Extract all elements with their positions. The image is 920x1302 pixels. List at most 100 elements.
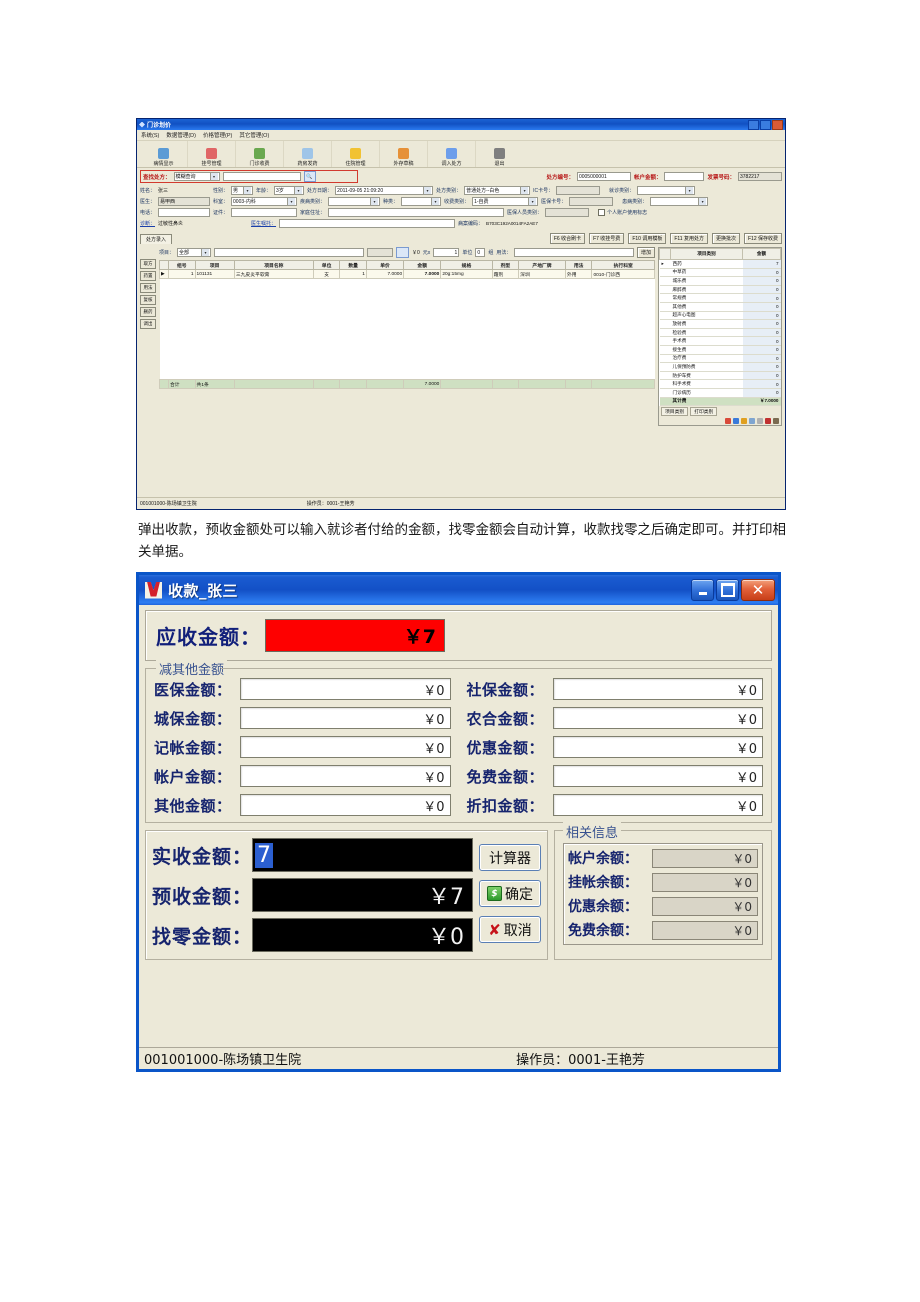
input-social-insurance[interactable]: ￥0 — [552, 678, 763, 700]
input-actual-amount[interactable]: 7 — [252, 838, 473, 872]
input-change-amount[interactable]: ￥0 — [252, 918, 473, 952]
input-medical-insurance[interactable]: ￥0 — [240, 678, 451, 700]
toolbar-button-7[interactable]: 退出 — [476, 141, 523, 167]
item-unit-value[interactable]: 0 — [475, 248, 486, 257]
grid-btn-1[interactable]: 药置 — [140, 271, 156, 281]
list-item[interactable]: 手术费 0 — [659, 336, 781, 346]
age-select[interactable]: 3岁 ▾ — [274, 186, 305, 195]
menu-price[interactable]: 价格管理(P) — [203, 131, 232, 139]
item-input[interactable] — [214, 248, 365, 257]
toolbar-button-6[interactable]: 调入处方 — [428, 141, 476, 167]
toolbar-button-1[interactable]: 挂号管理 — [188, 141, 236, 167]
fn-button-f7[interactable]: F7 收挂号费 — [589, 233, 625, 244]
confirm-button[interactable]: $ 确定 — [479, 880, 541, 907]
grid-btn-5[interactable]: 调出 — [140, 319, 156, 329]
list-icon[interactable] — [396, 247, 410, 258]
list-item[interactable]: 其他费 0 — [659, 302, 781, 312]
fn-button-f10[interactable]: F10 调用模板 — [628, 233, 667, 244]
list-item[interactable]: 放射费 0 — [659, 319, 781, 329]
tray-icon-7[interactable] — [773, 418, 779, 425]
visit-type-select[interactable]: ▾ — [637, 186, 696, 195]
item-qty[interactable]: 1 — [433, 248, 460, 257]
input-urban-insurance[interactable]: ￥0 — [240, 707, 451, 729]
close-button[interactable]: ✕ — [741, 579, 775, 601]
add-item-button[interactable]: 增加 — [636, 247, 655, 258]
toolbar-button-4[interactable]: 住院管理 — [332, 141, 380, 167]
maximize-button[interactable] — [716, 579, 739, 601]
medstaff-value[interactable] — [545, 208, 590, 217]
list-item[interactable]: 城乐费 0 — [659, 276, 781, 286]
item-scope-select[interactable]: 全部 ▾ — [177, 248, 212, 257]
diagnosis-label[interactable]: 诊断： — [140, 220, 155, 227]
menu-other[interactable]: 其它管理(O) — [239, 131, 269, 139]
minimize-button[interactable] — [691, 579, 714, 601]
tray-icon-1[interactable] — [725, 418, 731, 425]
personal-account-checkbox[interactable]: 个人账户使用标志 — [598, 209, 647, 216]
input-discount-amount[interactable]: ￥0 — [552, 736, 763, 758]
fee-type-select[interactable]: 1-自费 ▾ — [472, 197, 539, 206]
fn-button-f12[interactable]: F12 保存收费 — [743, 233, 782, 244]
search-mode-select[interactable]: 模糊查询 ▾ — [173, 172, 220, 181]
top-minimize-button[interactable] — [748, 119, 759, 130]
tray-icon-6[interactable] — [765, 418, 771, 425]
table-row[interactable]: ▶ 1 101131 三九皮炎平软膏 支 1 7.0000 7.0000 20g… — [159, 269, 655, 279]
menu-data[interactable]: 数据管理(D) — [166, 131, 196, 139]
list-item[interactable]: 儿保预防费 0 — [659, 362, 781, 372]
grid-btn-3[interactable]: 复核 — [140, 295, 156, 305]
top-maximize-button[interactable] — [760, 119, 771, 130]
fn-button-f11[interactable]: F11 复用处方 — [670, 233, 708, 244]
fn-button-f6[interactable]: F6 收合刷卡 — [549, 233, 586, 244]
fn-button-change-batch[interactable]: 更换批次 — [711, 233, 740, 244]
list-item[interactable]: 超声心电图 0 — [659, 311, 781, 321]
grid-btn-4[interactable]: 删药 — [140, 307, 156, 317]
list-item[interactable]: 门诊病历 0 — [659, 388, 781, 398]
grid-btn-2[interactable]: 用法 — [140, 283, 156, 293]
medcard-value[interactable] — [569, 197, 614, 206]
list-item[interactable]: 检验费 0 — [659, 328, 781, 338]
toolbar-button-3[interactable]: 药房发药 — [284, 141, 332, 167]
doctor-value[interactable]: 易甲西 — [158, 197, 211, 206]
input-rebate[interactable]: ￥0 — [552, 794, 763, 816]
toolbar-button-0[interactable]: 病情显示 — [140, 141, 188, 167]
list-item[interactable]: 中草药 0 — [659, 268, 781, 278]
grid-btn-0[interactable]: 取方 — [140, 259, 156, 269]
id-value[interactable] — [231, 208, 298, 217]
list-item[interactable]: 治疗费 0 — [659, 354, 781, 364]
ill-type-select[interactable]: ▾ — [650, 197, 709, 206]
list-item[interactable]: ▸ 西药 7 — [659, 259, 781, 269]
input-account[interactable]: ￥0 — [240, 765, 451, 787]
toolbar-button-2[interactable]: 门诊收费 — [236, 141, 284, 167]
cancel-button[interactable]: ✘ 取消 — [479, 916, 541, 943]
rx-date-select[interactable]: 2011-09-05 21:09:20 ▾ — [335, 186, 434, 195]
calculator-button[interactable]: 计算器 — [479, 844, 541, 871]
sex-select[interactable]: 男 ▾ — [231, 186, 254, 195]
toolbar-button-5[interactable]: 外存草稿 — [380, 141, 428, 167]
tab-rx-entry[interactable]: 处方录入 — [140, 233, 173, 244]
input-other[interactable]: ￥0 — [240, 794, 451, 816]
doctor-advice-label[interactable]: 医生嘱托： — [251, 220, 276, 227]
top-close-button[interactable] — [772, 119, 783, 130]
address-value[interactable] — [328, 208, 505, 217]
doctor-advice-value[interactable] — [279, 219, 456, 228]
dept-select[interactable]: 0003-内科 ▾ — [231, 197, 298, 206]
tab-category[interactable]: 项目类别 — [661, 407, 689, 417]
phone-value[interactable] — [158, 208, 211, 217]
search-input[interactable] — [222, 172, 301, 181]
tray-icon-2[interactable] — [733, 418, 739, 425]
ic-value[interactable] — [556, 186, 601, 195]
disease-select[interactable]: ▾ — [328, 197, 381, 206]
input-free[interactable]: ￥0 — [552, 765, 763, 787]
usage-input[interactable] — [514, 248, 634, 257]
rx-type-select[interactable]: 普通处方--白色 ▾ — [464, 186, 531, 195]
tray-icon-4[interactable] — [749, 418, 755, 425]
list-item[interactable]: 接生费 0 — [659, 345, 781, 355]
kind-select[interactable]: ▾ — [401, 197, 442, 206]
tray-icon-3[interactable] — [741, 418, 747, 425]
menu-system[interactable]: 系统(S) — [141, 131, 159, 139]
list-item[interactable]: 常规费 0 — [659, 293, 781, 303]
tray-icon-5[interactable] — [757, 418, 763, 425]
tab-print-category[interactable]: 打印类别 — [690, 407, 718, 417]
magnifier-icon[interactable]: 🔍 — [303, 171, 316, 182]
list-item[interactable]: 科手术费 0 — [659, 379, 781, 389]
input-prepaid-amount[interactable]: ￥7 — [252, 878, 473, 912]
